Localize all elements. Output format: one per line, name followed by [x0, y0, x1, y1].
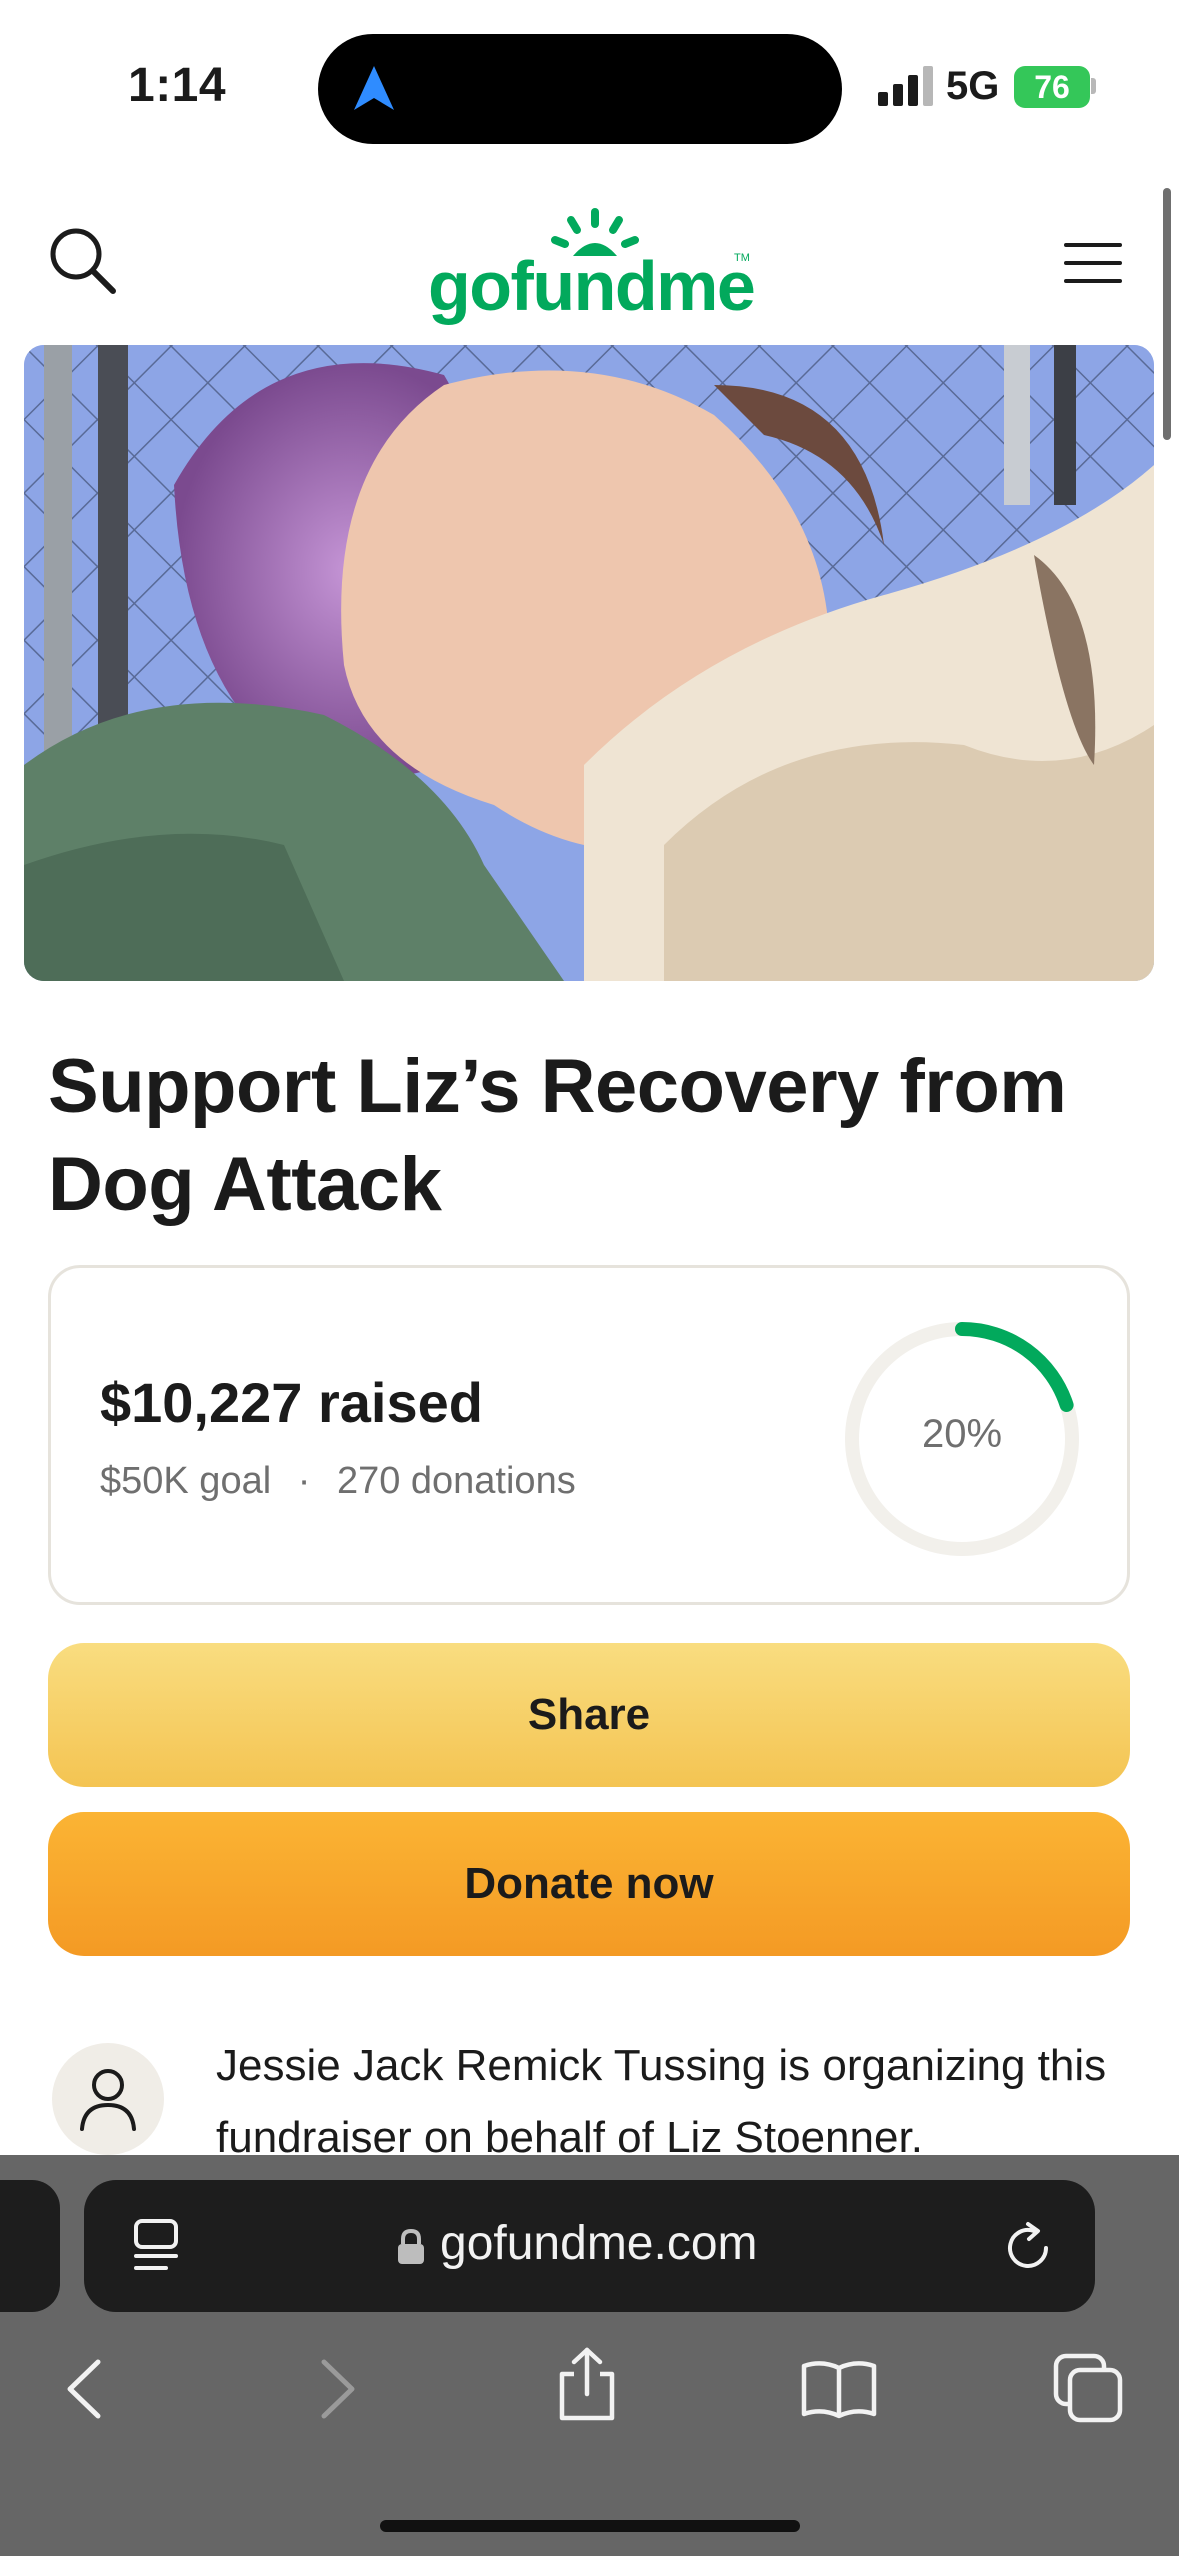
menu-icon[interactable]: [1064, 242, 1122, 284]
goal-summary: $50K goal · 270 donations: [100, 1460, 576, 1503]
progress-ring-arc: [955, 1322, 1074, 1413]
dynamic-island: [318, 34, 842, 144]
logo-wordmark: gofundme: [428, 247, 756, 325]
amount-raised: $10,227 raised: [100, 1371, 483, 1434]
donate-now-button[interactable]: Donate now: [48, 1812, 1130, 1956]
goal-separator: ·: [297, 1460, 311, 1502]
share-button[interactable]: Share: [48, 1643, 1130, 1787]
scroll-indicator: [1163, 188, 1171, 440]
bookmarks-icon[interactable]: [800, 2358, 878, 2420]
gofundme-logo[interactable]: gofundme TM: [428, 206, 756, 326]
previous-tab-edge[interactable]: [0, 2180, 60, 2312]
tab-overview-icon[interactable]: [132, 2218, 182, 2274]
location-arrow-icon: [354, 66, 394, 110]
campaign-photo: [24, 345, 1154, 981]
search-icon[interactable]: [48, 226, 118, 296]
donation-count: 270 donations: [336, 1460, 576, 1502]
organizer-avatar[interactable]: [52, 2043, 164, 2155]
reload-icon[interactable]: [1000, 2220, 1056, 2276]
goal-amount: $50K goal: [100, 1460, 272, 1502]
tabs-icon[interactable]: [1052, 2352, 1124, 2424]
organizer-description: Jessie Jack Remick Tussing is organizing…: [216, 2041, 1107, 2162]
lock-icon: [398, 2228, 424, 2264]
share-icon[interactable]: [554, 2346, 620, 2422]
network-type: 5G: [946, 64, 1000, 108]
campaign-title: Support Liz’s Recovery from Dog Attack: [48, 1044, 1067, 1227]
battery-charging-icon: 76: [1014, 66, 1090, 108]
user-icon: [80, 2069, 136, 2131]
home-indicator: [380, 2520, 800, 2532]
signal-bars-icon: [878, 66, 933, 106]
forward-icon[interactable]: [318, 2358, 358, 2420]
battery-tip: [1091, 78, 1096, 94]
progress-percent: 20%: [921, 1412, 1003, 1456]
url-text[interactable]: gofundme.com: [440, 2216, 758, 2271]
status-time: 1:14: [128, 59, 227, 112]
logo-trademark: TM: [734, 252, 750, 264]
back-icon[interactable]: [64, 2358, 104, 2420]
battery-level: 76: [1034, 69, 1070, 105]
